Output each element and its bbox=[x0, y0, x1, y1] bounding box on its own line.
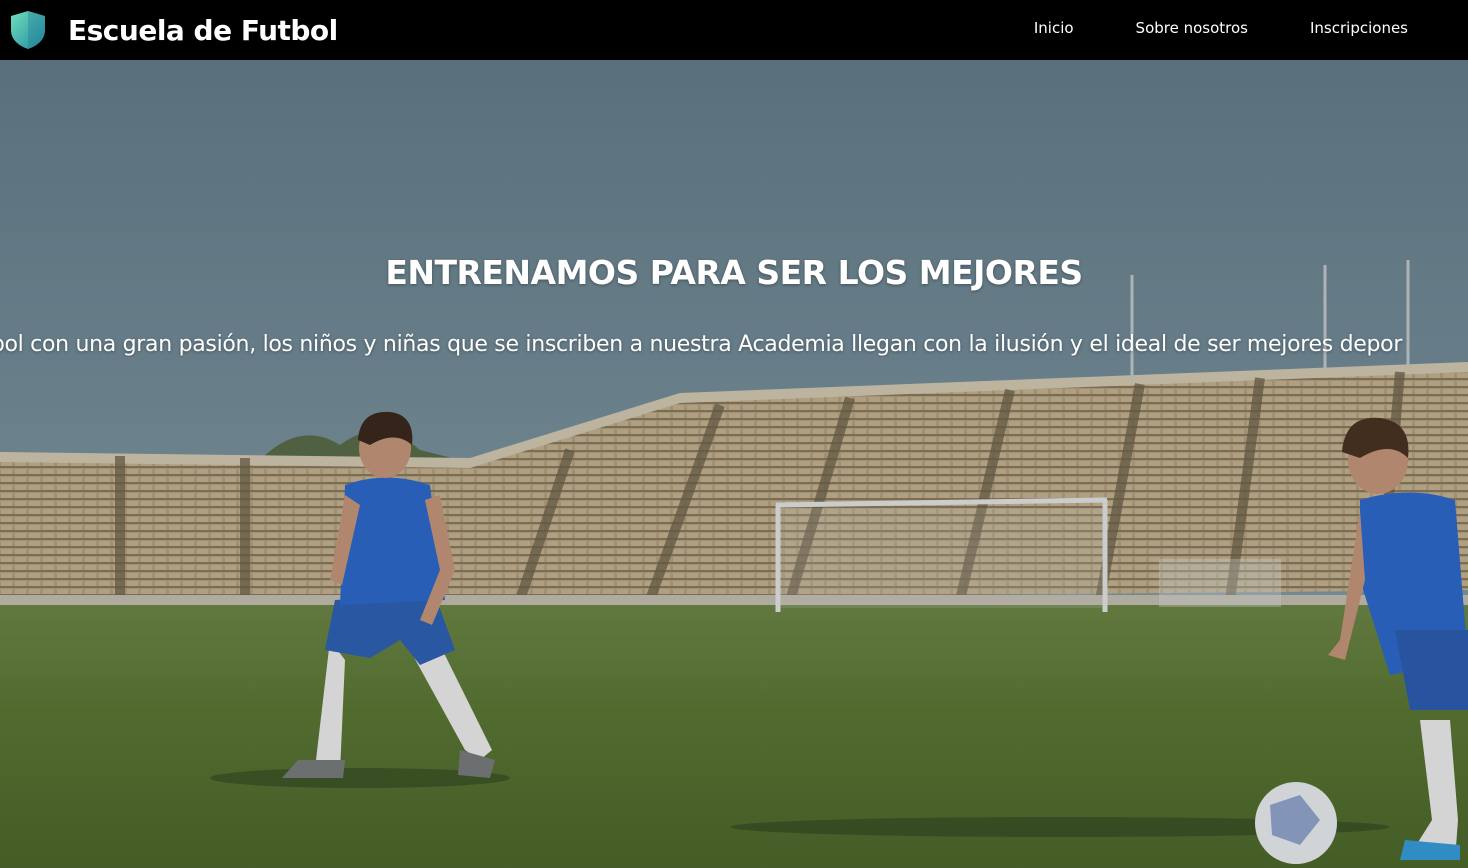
nav-link-inscripciones[interactable]: Inscripciones bbox=[1310, 19, 1408, 37]
hero-overlay bbox=[0, 60, 1468, 868]
nav-link-sobre-nosotros[interactable]: Sobre nosotros bbox=[1136, 19, 1248, 37]
nav-links: Inicio Sobre nosotros Inscripciones bbox=[972, 0, 1408, 55]
hero-description: …el fútbol con una gran pasión, los niño… bbox=[0, 332, 1403, 357]
brand-title: Escuela de Futbol bbox=[68, 13, 338, 47]
brand-link[interactable]: Escuela de Futbol bbox=[10, 6, 338, 54]
nav-link-inicio[interactable]: Inicio bbox=[1034, 19, 1074, 37]
hero-section: ENTRENAMOS PARA SER LOS MEJORES …el fútb… bbox=[0, 60, 1468, 868]
shield-icon bbox=[11, 11, 45, 49]
hero-title: ENTRENAMOS PARA SER LOS MEJORES bbox=[385, 253, 1083, 292]
navbar: Escuela de Futbol Inicio Sobre nosotros … bbox=[0, 0, 1468, 60]
